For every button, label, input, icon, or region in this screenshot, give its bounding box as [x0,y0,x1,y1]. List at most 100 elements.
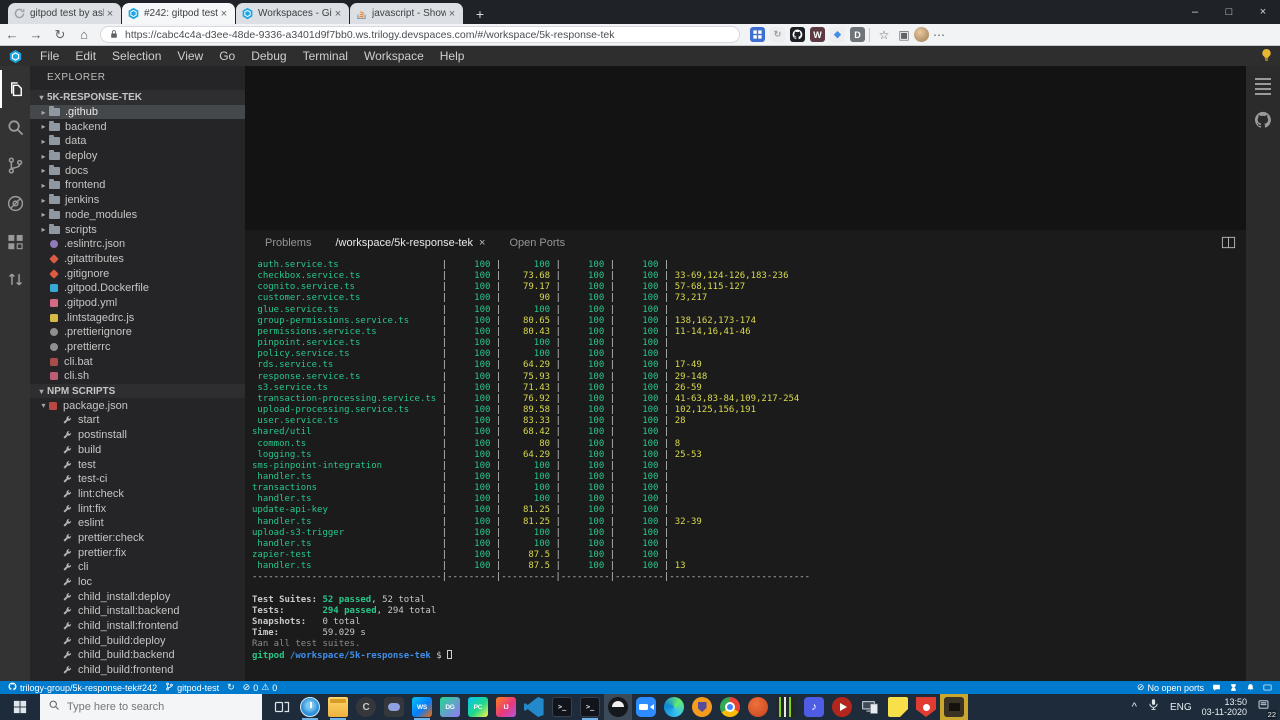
tab-close-icon[interactable]: × [332,8,344,20]
notifications-bell-icon[interactable] [1246,683,1255,692]
taskbar-app-webstorm[interactable]: WS [408,694,436,720]
tree-file[interactable]: .gitpod.Dockerfile [30,281,245,296]
github-icon[interactable] [1254,111,1272,134]
language-indicator[interactable]: ENG [1170,702,1192,713]
tree-folder[interactable]: ▸ deploy [30,149,245,164]
outline-list-icon[interactable] [1255,78,1271,95]
npm-script-item[interactable]: child_install:backend [30,604,245,619]
taskbar-search[interactable] [40,694,262,720]
tab-close-icon[interactable]: × [104,8,116,20]
npm-script-item[interactable]: cli [30,560,245,575]
collections-icon[interactable]: ▣ [894,28,914,42]
tree-file[interactable]: .gitignore [30,266,245,281]
github-extension[interactable] [790,27,805,42]
gem-extension[interactable]: ◆ [830,27,845,42]
extensions-icon[interactable] [0,222,30,260]
menu-terminal[interactable]: Terminal [295,46,356,66]
profile-avatar[interactable] [914,27,929,42]
forward-icon[interactable]: → [24,24,48,46]
package-json-item[interactable]: ▾ package.json [30,398,245,413]
menu-debug[interactable]: Debug [243,46,294,66]
taskbar-app-amazon-music[interactable]: ♪ [800,694,828,720]
menu-selection[interactable]: Selection [104,46,169,66]
favorites-icon[interactable]: ☆ [874,28,894,42]
taskbar-app-timer[interactable] [296,694,324,720]
npm-script-item[interactable]: eslint [30,516,245,531]
close-button[interactable]: × [1246,6,1280,18]
taskbar-app-file-explorer[interactable] [324,694,352,720]
minimize-button[interactable]: – [1178,6,1212,18]
maximize-button[interactable]: □ [1212,6,1246,18]
taskbar-app-datagrip[interactable]: DG [436,694,464,720]
debug-off-icon[interactable] [0,184,30,222]
menu-go[interactable]: Go [211,46,243,66]
npm-script-item[interactable]: postinstall [30,428,245,443]
refresh-icon[interactable]: ↻ [48,24,72,46]
tree-folder[interactable]: ▸ scripts [30,222,245,237]
open-ports-status[interactable]: ⊘ No open ports [1137,682,1204,693]
tree-file[interactable]: cli.bat [30,354,245,369]
d-extension[interactable]: D [850,27,865,42]
menu-help[interactable]: Help [432,46,473,66]
taskbar-app-mixer[interactable] [772,694,800,720]
npm-script-item[interactable]: lint:fix [30,501,245,516]
wikipedia-extension[interactable]: W [810,27,825,42]
sync-button[interactable]: ↻ [227,682,235,693]
taskbar-app-recorder[interactable] [940,694,968,720]
tree-folder[interactable]: ▸ node_modules [30,208,245,223]
npm-scripts-header[interactable]: ▾ NPM SCRIPTS [30,383,245,399]
pull-request-icon[interactable] [0,260,30,298]
npm-script-item[interactable]: child_install:deploy [30,589,245,604]
npm-script-item[interactable]: prettier:check [30,531,245,546]
editor-area[interactable] [245,66,1246,230]
npm-script-item[interactable]: child_build:deploy [30,633,245,648]
menu-file[interactable]: File [32,46,67,66]
back-icon[interactable]: ← [0,24,24,46]
taskbar-app-brave[interactable] [744,694,772,720]
tab-close-icon[interactable]: × [446,8,458,20]
tree-folder[interactable]: ▸ backend [30,119,245,134]
problems-status[interactable]: ⊘ 0 ⚠ 0 [243,682,278,693]
tree-file[interactable]: cli.sh [30,369,245,384]
taskbar-app-vscode[interactable] [520,694,548,720]
panel-tab[interactable]: Open Ports [497,230,577,256]
npm-script-item[interactable]: build [30,443,245,458]
browser-tab[interactable]: javascript - Showing all output in× [350,3,463,24]
npm-script-item[interactable]: child_install:frontend [30,619,245,634]
tree-file[interactable]: .eslintrc.json [30,237,245,252]
notification-center-icon[interactable]: 22 [1257,698,1277,719]
source-control-icon[interactable] [0,146,30,184]
npm-script-item[interactable]: start [30,413,245,428]
panel-tab[interactable]: Problems [253,230,323,256]
npm-script-item[interactable]: test [30,457,245,472]
panel-tab-close-icon[interactable]: × [479,237,485,249]
tree-folder[interactable]: ▸ .github [30,104,245,120]
tray-expand-icon[interactable]: ^ [1132,701,1137,713]
taskbar-app-c-app[interactable]: C [352,694,380,720]
clock[interactable]: 13:50 03-11-2020 [1202,697,1247,717]
tree-file[interactable]: .gitpod.yml [30,296,245,311]
taskbar-app-shield-app[interactable] [688,694,716,720]
explorer-root[interactable]: ▾ 5K-RESPONSE-TEK [30,90,245,105]
browser-tab[interactable]: #242: gitpod test × [122,3,235,24]
taskbar-app-anydesk[interactable] [716,694,744,720]
taskbar-app-sticky-notes[interactable] [884,694,912,720]
npm-script-item[interactable]: test-ci [30,472,245,487]
taskbar-app-terminal-2[interactable]: >_ [576,694,604,720]
search-input[interactable] [67,701,237,713]
search-icon[interactable] [0,108,30,146]
tree-folder[interactable]: ▸ docs [30,163,245,178]
npm-script-item[interactable]: child_build:frontend [30,663,245,678]
taskbar-app-media-play[interactable] [828,694,856,720]
history-extension[interactable]: ↻ [770,27,785,42]
browser-menu-icon[interactable]: ⋯ [929,28,949,42]
taskbar-app-antivirus[interactable] [912,694,940,720]
browser-tab[interactable]: Workspaces - Gitpod× [236,3,349,24]
menu-workspace[interactable]: Workspace [356,46,432,66]
lightbulb-icon[interactable] [1259,48,1274,63]
files-icon[interactable] [0,70,30,108]
taskbar-app-pycharm[interactable]: PC [464,694,492,720]
microphone-icon[interactable] [1147,698,1160,716]
taskbar-app-edge[interactable] [660,694,688,720]
tree-file[interactable]: .prettierignore [30,325,245,340]
